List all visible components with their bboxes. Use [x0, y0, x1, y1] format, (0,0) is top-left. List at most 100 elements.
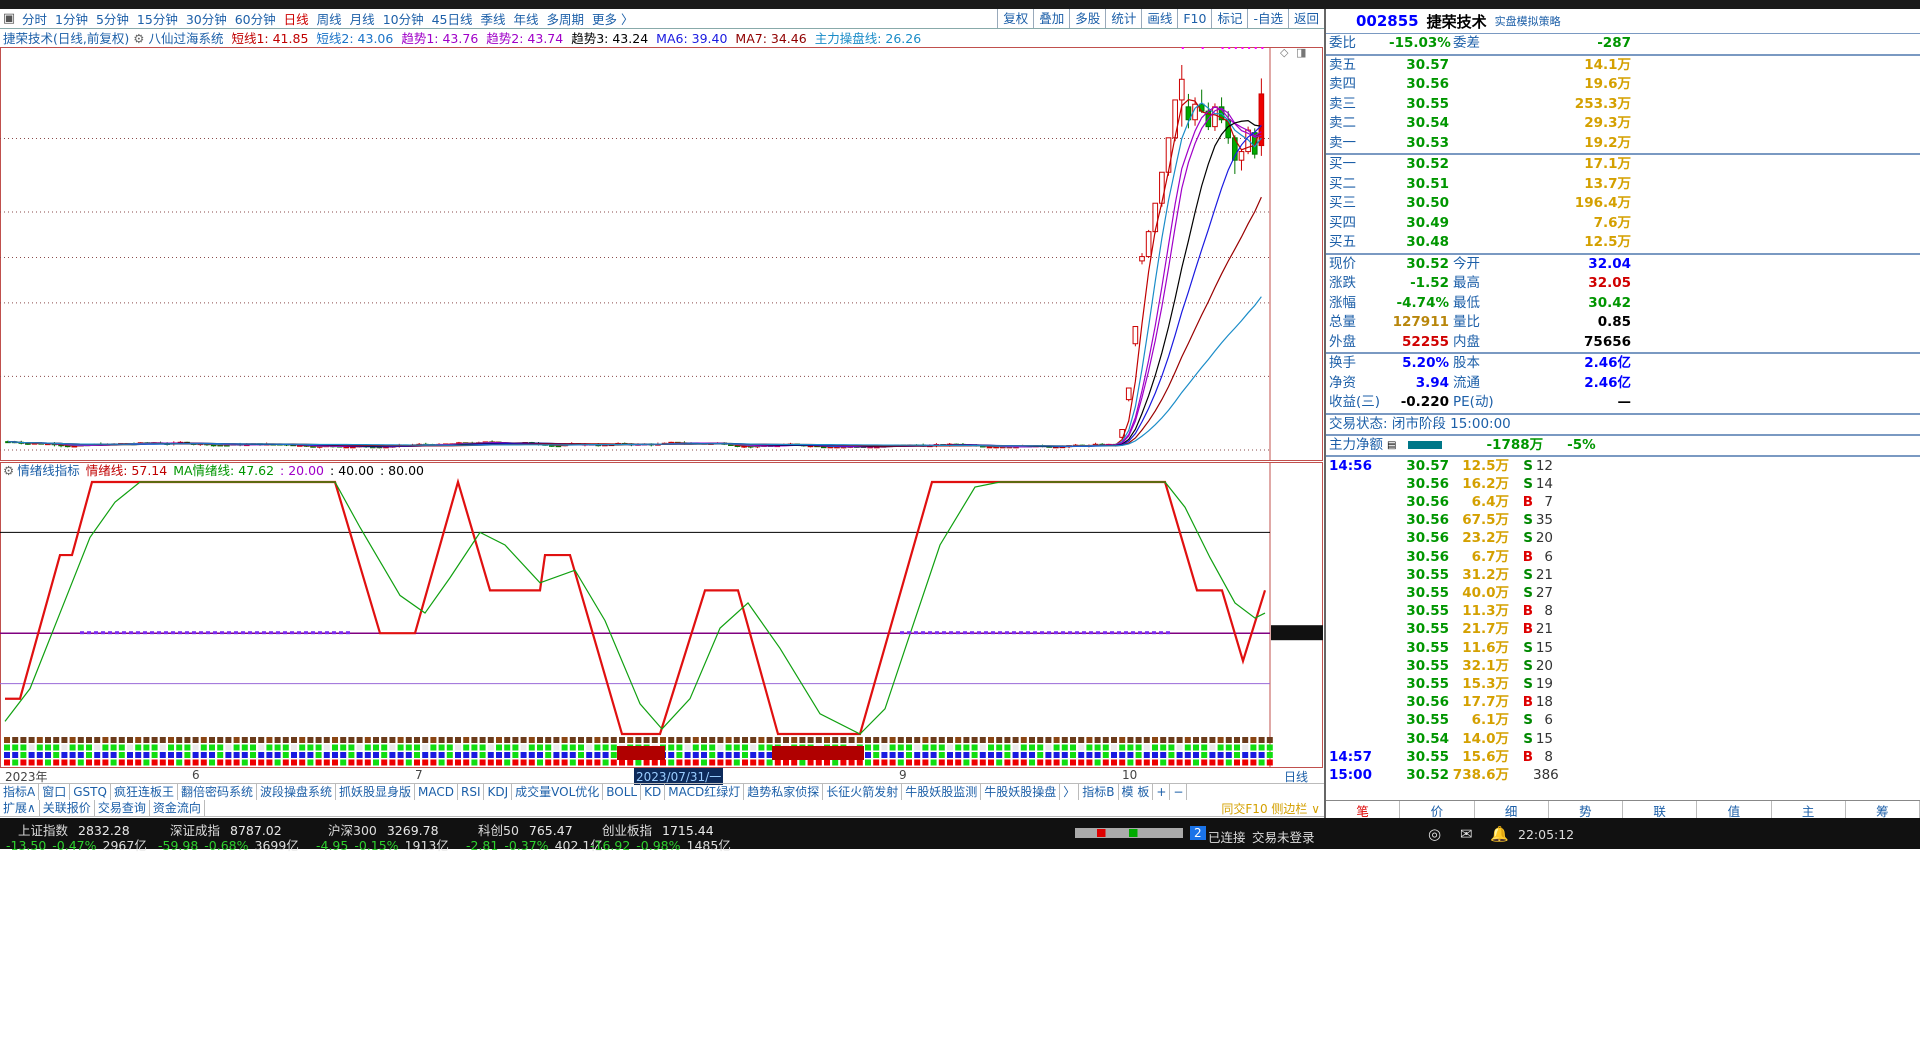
- band-square: [1037, 752, 1044, 758]
- band-square: [545, 759, 552, 766]
- period-tab[interactable]: 60分钟: [231, 12, 280, 27]
- ma-line-3: [7, 107, 1262, 448]
- band-square: [381, 744, 388, 751]
- period-tab[interactable]: 季线: [477, 12, 510, 27]
- list-icon[interactable]: ▤: [1387, 436, 1396, 455]
- chart-button[interactable]: 返回: [1287, 9, 1324, 28]
- band-square: [397, 744, 404, 751]
- order-row: 买三 30.50 196.4万: [1329, 195, 1631, 211]
- period-tab[interactable]: 多周期: [543, 12, 589, 27]
- detail-tab[interactable]: 值: [1697, 801, 1772, 819]
- refresh-icon[interactable]: ◎: [1428, 825, 1441, 843]
- indicator-tab[interactable]: MACD: [415, 784, 458, 800]
- period-tab[interactable]: 月线: [346, 12, 379, 27]
- period-tab[interactable]: 30分钟: [182, 12, 231, 27]
- extension-tab[interactable]: 扩展∧: [0, 800, 40, 816]
- period-tab[interactable]: 年线: [510, 12, 543, 27]
- extension-tab[interactable]: 关联报价: [40, 800, 95, 816]
- period-tab[interactable]: 45日线: [428, 12, 477, 27]
- period-tab[interactable]: 15分钟: [133, 12, 182, 27]
- chart-button[interactable]: 叠加: [1033, 9, 1069, 28]
- indicator-tab[interactable]: MACD红绿灯: [665, 784, 745, 800]
- signal-mark: [1103, 631, 1107, 635]
- indicator-tab[interactable]: BOLL: [603, 784, 642, 800]
- login-status[interactable]: 交易未登录: [1252, 827, 1315, 846]
- band-square: [135, 744, 142, 751]
- band-square: [676, 752, 683, 758]
- system-name[interactable]: 八仙过海系统: [148, 31, 223, 46]
- toggle-icon[interactable]: ◨: [1296, 47, 1306, 59]
- menu-icon[interactable]: ▣: [0, 11, 18, 26]
- band-square: [217, 737, 224, 743]
- extension-tab[interactable]: 资金流向: [150, 800, 205, 816]
- band-square: [914, 752, 921, 758]
- sidebar-toggle[interactable]: 同交F10 侧边栏 ∨: [1221, 800, 1324, 816]
- diamond-icon[interactable]: ◇: [1280, 47, 1289, 59]
- chart-button[interactable]: 多股: [1069, 9, 1105, 28]
- signal-mark: [914, 631, 918, 635]
- period-tab[interactable]: 1分钟: [51, 12, 92, 27]
- indicator-tab[interactable]: 指标B: [1079, 784, 1119, 800]
- sentiment-indicator-chart[interactable]: [0, 462, 1324, 768]
- band-square: [963, 752, 970, 758]
- period-tab[interactable]: 5分钟: [92, 12, 133, 27]
- indicator-tab[interactable]: RSI: [458, 784, 485, 800]
- capital-bar: [1408, 441, 1443, 449]
- indicator-tab[interactable]: 〉: [1060, 784, 1080, 800]
- connection-status[interactable]: 已连接: [1208, 827, 1246, 846]
- indicator-tab[interactable]: −: [1170, 784, 1188, 800]
- tick-list[interactable]: 14:56 30.57 12.5万 S 12 30.56 16.2万 S 14 30.56 6.4万…: [1326, 457, 1920, 785]
- detail-tab[interactable]: 联: [1623, 801, 1698, 819]
- band-square: [619, 737, 625, 743]
- bell-icon[interactable]: 🔔: [1490, 825, 1509, 843]
- indicator-tab[interactable]: 成交量VOL优化: [512, 784, 604, 800]
- period-tab[interactable]: 10分钟: [379, 12, 428, 27]
- detail-tab[interactable]: 价: [1400, 801, 1475, 819]
- settings-icon[interactable]: ⚙: [133, 31, 144, 46]
- chart-button[interactable]: 标记: [1211, 9, 1247, 28]
- period-tab[interactable]: 更多 〉: [588, 12, 637, 27]
- detail-tab[interactable]: 细: [1475, 801, 1549, 819]
- indicator-tab[interactable]: 翻倍密码系统: [178, 784, 257, 800]
- indicator-tab[interactable]: 牛股妖股监测: [902, 784, 982, 800]
- detail-tab[interactable]: 筹: [1846, 801, 1920, 819]
- extension-tab[interactable]: 交易查询: [95, 800, 150, 816]
- detail-tab[interactable]: 势: [1549, 801, 1623, 819]
- indicator-tab[interactable]: 模 板: [1119, 784, 1154, 800]
- chart-button[interactable]: F10: [1177, 9, 1211, 28]
- indicator-tab[interactable]: KDJ: [484, 784, 513, 800]
- indicator-tab[interactable]: KD: [641, 784, 666, 800]
- indicator-tab[interactable]: 趋势私家侦探: [744, 784, 824, 800]
- chart-button[interactable]: 统计: [1105, 9, 1141, 28]
- indicator-tab[interactable]: 指标A: [0, 784, 40, 800]
- period-tab[interactable]: 日线: [280, 12, 313, 27]
- indicator-title[interactable]: 情绪线指标: [17, 463, 80, 478]
- indicator-tab[interactable]: GSTQ: [70, 784, 111, 800]
- signal-mark: [977, 631, 981, 635]
- indicator-tab[interactable]: +: [1153, 784, 1171, 800]
- indicator-tab[interactable]: 波段操盘系统: [257, 784, 336, 800]
- detail-tab[interactable]: 笔: [1326, 801, 1401, 819]
- band-square: [930, 737, 937, 743]
- strategy-tag[interactable]: 实盘模拟策略: [1495, 13, 1561, 29]
- band-square: [299, 744, 306, 751]
- indicator-tab[interactable]: 牛股妖股操盘: [981, 784, 1061, 800]
- indicator-tab[interactable]: 窗口: [39, 784, 71, 800]
- band-square: [815, 759, 822, 766]
- period-tab[interactable]: 周线: [313, 12, 346, 27]
- candlestick-chart[interactable]: ◇ ◨: [0, 47, 1324, 461]
- period-tab[interactable]: 分时: [18, 12, 51, 27]
- band-square: [569, 759, 576, 766]
- chart-button[interactable]: -自选: [1247, 9, 1288, 28]
- indicator-tab[interactable]: 抓妖股显身版: [336, 784, 415, 800]
- signal-mark: [101, 631, 105, 635]
- message-icon[interactable]: ✉: [1460, 825, 1473, 843]
- detail-tab[interactable]: 主: [1772, 801, 1846, 819]
- band-square: [233, 744, 240, 751]
- settings-icon[interactable]: ⚙: [3, 463, 14, 478]
- band-square: [4, 752, 10, 758]
- indicator-tab[interactable]: 疯狂连板王: [111, 784, 178, 800]
- chart-button[interactable]: 复权: [997, 9, 1033, 28]
- chart-button[interactable]: 画线: [1141, 9, 1177, 28]
- indicator-tab[interactable]: 长征火箭发射: [823, 784, 903, 800]
